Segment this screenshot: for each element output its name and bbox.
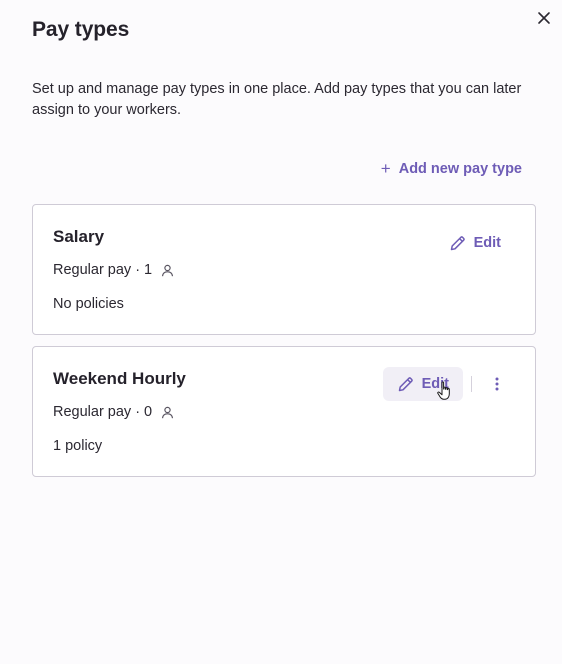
pay-type-name: Weekend Hourly [53, 369, 186, 388]
pay-type-category: Regular pay [53, 404, 132, 420]
policy-summary: 1 policy [53, 438, 103, 454]
plus-icon: + [380, 159, 391, 178]
edit-button[interactable]: Edit [435, 226, 515, 260]
worker-count: 1 [144, 262, 153, 278]
separator: · [135, 404, 141, 420]
person-icon [161, 264, 174, 277]
policy-summary: No policies [53, 296, 124, 312]
close-icon [538, 12, 550, 24]
add-new-pay-type-label: Add new pay type [398, 160, 522, 177]
description: Set up and manage pay types in one place… [32, 81, 522, 118]
edit-label: Edit [473, 235, 501, 251]
separator: · [135, 262, 141, 278]
pay-type-card: Weekend Hourly Regular pay · 0 1 policy … [32, 346, 536, 477]
pencil-icon [398, 376, 413, 391]
pay-types-panel: Pay types Set up and manage pay types in… [0, 0, 562, 664]
more-options-button[interactable] [479, 367, 515, 401]
pay-type-name: Salary [53, 227, 105, 246]
pencil-icon [450, 235, 465, 250]
pay-type-card: Salary Regular pay · 1 No policies Edit [32, 204, 536, 335]
pay-type-meta: Regular pay · 0 [53, 404, 174, 420]
edit-label: Edit [421, 376, 449, 392]
worker-count: 0 [144, 404, 153, 420]
more-vertical-icon [495, 377, 499, 391]
pay-type-meta: Regular pay · 1 [53, 262, 174, 278]
pay-type-category: Regular pay [53, 262, 132, 278]
edit-button[interactable]: Edit [382, 367, 463, 401]
person-icon [161, 406, 174, 419]
add-new-pay-type-button[interactable]: + Add new pay type [381, 160, 522, 177]
close-button[interactable] [536, 10, 552, 26]
divider [471, 376, 472, 392]
page-title: Pay types [32, 18, 130, 41]
